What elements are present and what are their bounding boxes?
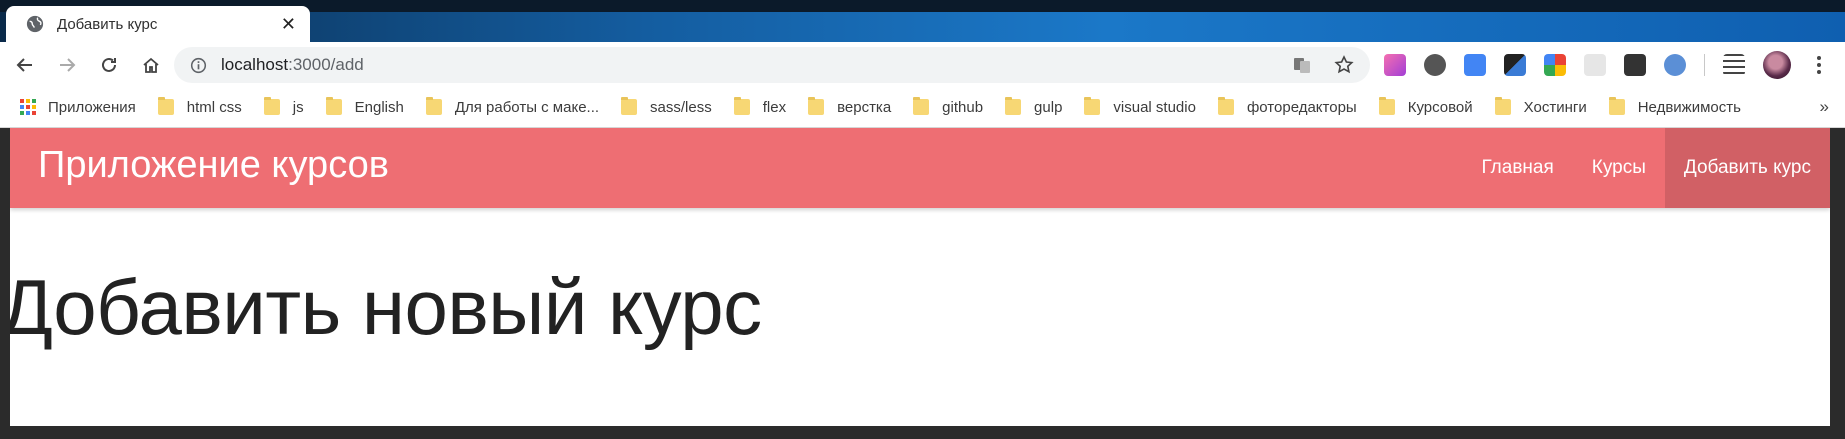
nav-links: Главная Курсы Добавить курс (1462, 128, 1830, 208)
bookmark-label: English (354, 98, 404, 116)
folder-icon (263, 97, 280, 115)
home-icon (143, 57, 159, 73)
folder-icon (325, 97, 342, 115)
bookmark-folder[interactable]: фоторедакторы (1217, 97, 1357, 116)
bookmark-folder[interactable]: Недвижимость (1608, 97, 1741, 116)
bookmark-label: Хостинги (1523, 98, 1587, 116)
bookmark-label: фоторедакторы (1246, 98, 1357, 116)
tab-close-icon[interactable]: ✕ (281, 15, 296, 33)
bookmark-label: visual studio (1113, 98, 1196, 116)
bookmark-folder[interactable]: gulp (1005, 97, 1063, 116)
bookmark-folder[interactable]: html css (157, 97, 242, 116)
extensions-area (1384, 51, 1829, 79)
browser-menu-icon[interactable] (1809, 56, 1829, 74)
bookmark-folder[interactable]: верстка (808, 97, 892, 116)
extension-blank-icon[interactable] (1584, 54, 1606, 76)
extension-chat-icon[interactable] (1424, 54, 1446, 76)
bookmarks-bar: Приложения html css js English Для работ… (0, 87, 1845, 128)
bookmark-folder[interactable]: js (263, 97, 304, 116)
info-icon (190, 57, 207, 73)
back-arrow-icon (16, 57, 32, 72)
bookmark-label: sass/less (650, 98, 712, 116)
toolbar-separator (1704, 54, 1705, 76)
nav-link-courses[interactable]: Курсы (1573, 128, 1665, 208)
app-navbar: Приложение курсов Главная Курсы Добавить… (10, 128, 1830, 208)
bookmark-apps[interactable]: Приложения (20, 99, 136, 116)
folder-icon (1005, 97, 1022, 115)
folder-icon (157, 97, 174, 115)
tab-title: Добавить курс (57, 15, 158, 33)
bookmark-label: верстка (837, 98, 892, 116)
browser-toolbar: localhost:3000/add (0, 42, 1845, 87)
back-button[interactable] (14, 54, 36, 76)
bookmarks-overflow-button[interactable]: » (1820, 97, 1829, 117)
translate-icon[interactable] (1292, 55, 1312, 75)
extension-eyedropper-icon[interactable] (1504, 54, 1526, 76)
folder-icon (1378, 97, 1395, 115)
bookmark-folder[interactable]: Курсовой (1378, 97, 1473, 116)
forward-arrow-icon (60, 57, 76, 72)
bookmark-label: html css (186, 98, 242, 116)
extension-google-translate-icon[interactable] (1464, 54, 1486, 76)
nav-link-add-course[interactable]: Добавить курс (1664, 128, 1830, 208)
folder-icon (733, 97, 750, 115)
folder-icon (1608, 97, 1625, 115)
bookmark-folder[interactable]: flex (733, 97, 787, 116)
url-text: localhost:3000/add (221, 55, 364, 75)
media-queue-icon[interactable] (1723, 54, 1745, 76)
reload-icon (102, 57, 116, 72)
bookmark-star-icon[interactable] (1334, 55, 1354, 75)
bookmark-label: js (292, 98, 304, 116)
bookmark-folder[interactable]: Для работы с маке... (425, 97, 600, 116)
bookmark-label: flex (762, 98, 787, 116)
extension-opera-icon[interactable] (1664, 54, 1686, 76)
forward-button[interactable] (56, 54, 78, 76)
bookmark-label: Недвижимость (1637, 98, 1741, 116)
extension-tiles-icon[interactable] (1544, 54, 1566, 76)
reload-button[interactable] (98, 54, 120, 76)
bookmark-label: github (942, 98, 984, 116)
folder-icon (913, 97, 930, 115)
folder-icon (1217, 97, 1234, 115)
profile-avatar[interactable] (1763, 51, 1791, 79)
page-viewport: Приложение курсов Главная Курсы Добавить… (10, 128, 1830, 426)
folder-icon (1494, 97, 1511, 115)
nav-link-home[interactable]: Главная (1462, 128, 1572, 208)
brand-logo-link[interactable]: Приложение курсов (38, 144, 389, 187)
browser-tab[interactable]: Добавить курс ✕ (6, 6, 310, 42)
url-host: localhost (221, 55, 289, 74)
bookmark-label: gulp (1034, 98, 1063, 116)
bookmark-folder[interactable]: Хостинги (1494, 97, 1587, 116)
folder-icon (1084, 97, 1101, 115)
url-path: :3000/add (288, 55, 364, 74)
globe-icon (26, 15, 44, 33)
bookmark-label: Для работы с маке... (454, 98, 600, 116)
bookmark-label: Курсовой (1407, 98, 1473, 116)
folder-icon (425, 97, 442, 115)
extension-gradient-icon[interactable] (1384, 54, 1406, 76)
home-button[interactable] (140, 54, 162, 76)
bookmark-folder[interactable]: github (913, 97, 984, 116)
page-title: Добавить новый курс (10, 263, 762, 351)
extension-selenium-icon[interactable] (1624, 54, 1646, 76)
folder-icon (808, 97, 825, 115)
bookmark-folder[interactable]: sass/less (621, 97, 712, 116)
bookmark-folder[interactable]: English (325, 97, 404, 116)
folder-icon (621, 97, 638, 115)
apps-grid-icon (20, 99, 36, 115)
bookmark-label: Приложения (48, 98, 136, 116)
tab-strip: Добавить курс ✕ (0, 0, 1845, 42)
bookmark-folder[interactable]: visual studio (1084, 97, 1196, 116)
address-bar[interactable]: localhost:3000/add (174, 47, 1370, 83)
